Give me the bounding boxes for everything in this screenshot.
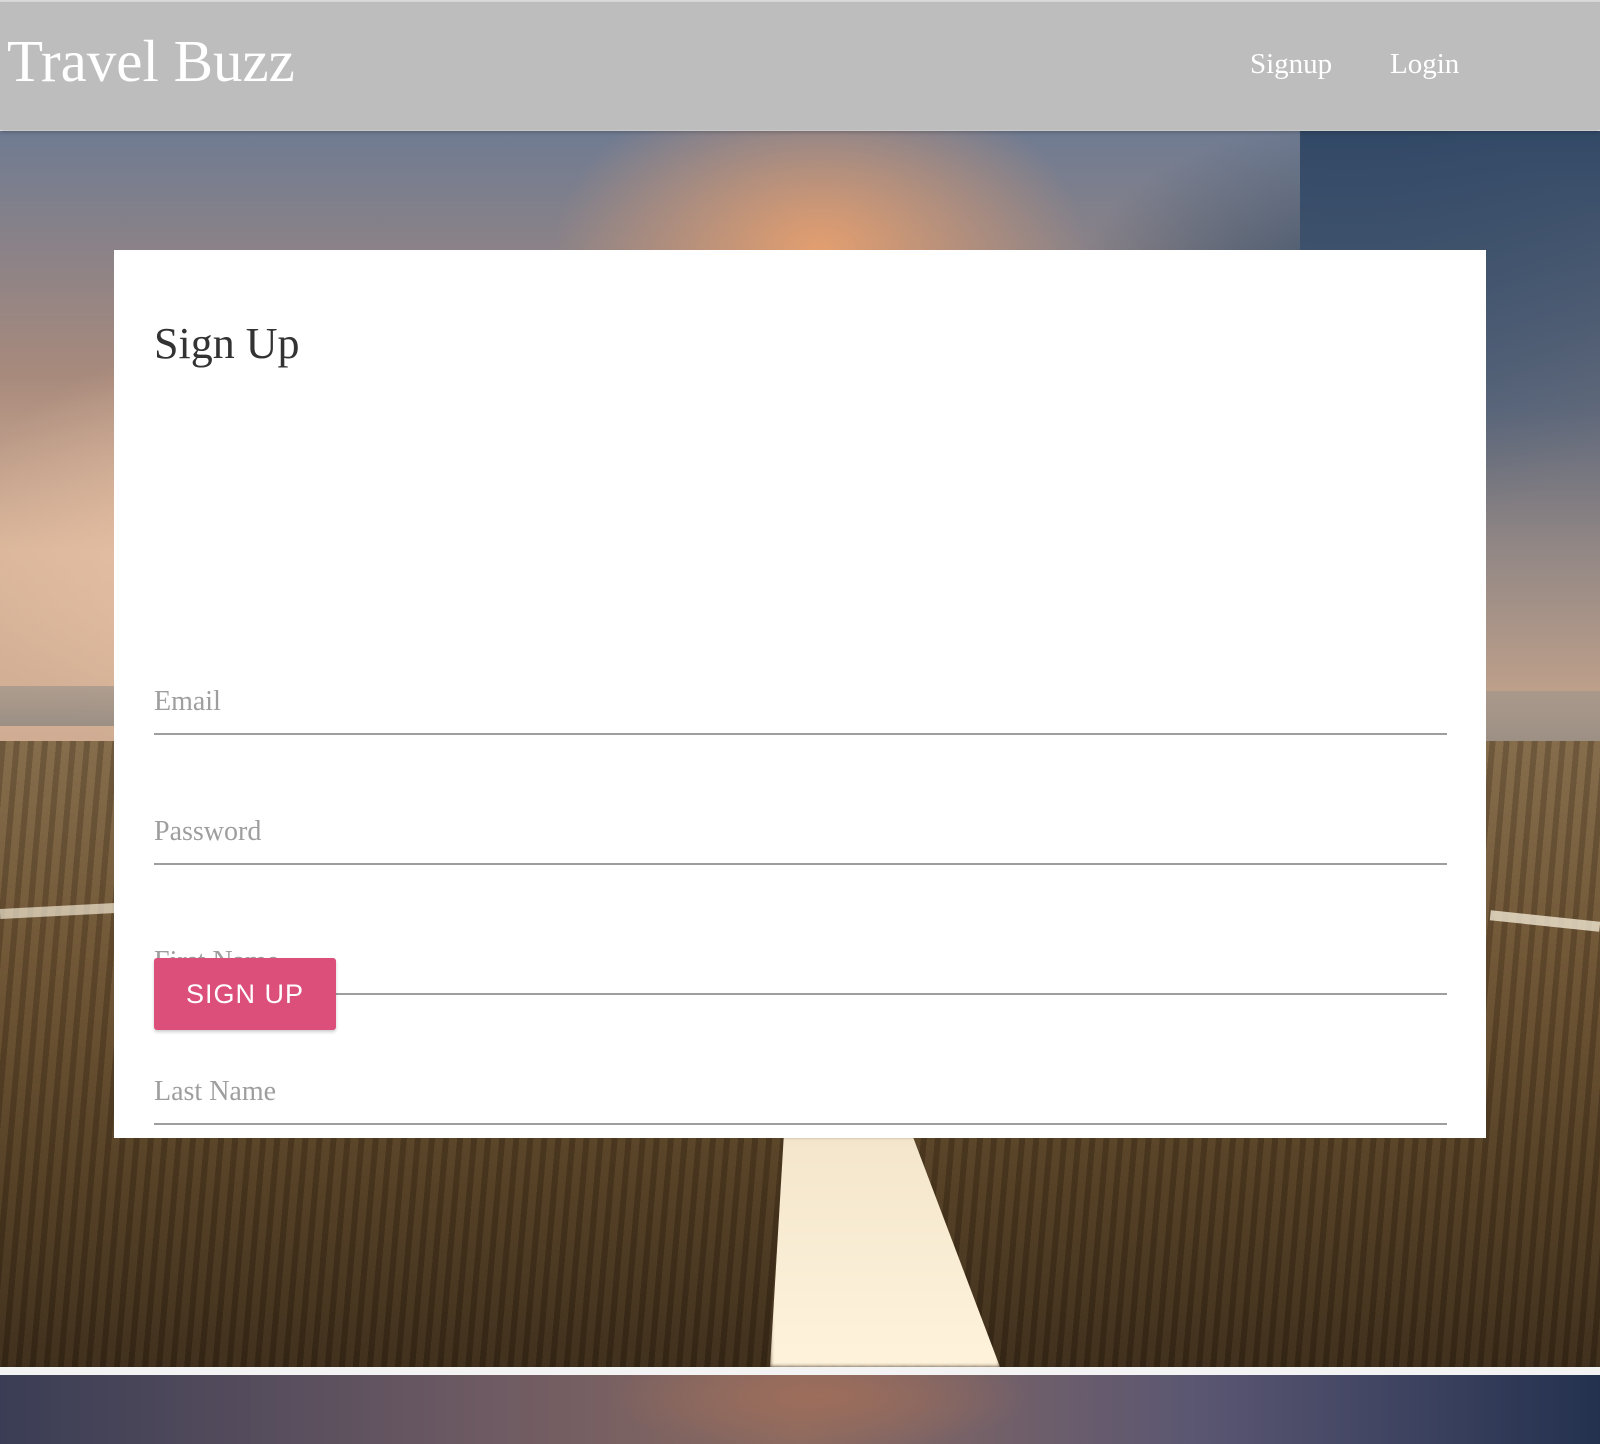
brand-logo[interactable]: Travel Buzz bbox=[7, 32, 295, 91]
background-city-left bbox=[0, 686, 120, 726]
first-name-input[interactable] bbox=[154, 933, 1447, 991]
sign-up-button[interactable]: Sign Up bbox=[154, 958, 336, 1030]
page: Travel Buzz Signup Login Sign Up Sign Up bbox=[0, 0, 1600, 1444]
password-input[interactable] bbox=[154, 803, 1447, 861]
last-name-field-wrapper bbox=[154, 1063, 1447, 1125]
navbar: Travel Buzz Signup Login bbox=[0, 2, 1600, 130]
background-bottom-strip bbox=[0, 1367, 1600, 1444]
first-name-field-wrapper bbox=[154, 933, 1447, 995]
email-input[interactable] bbox=[154, 673, 1447, 731]
email-field-wrapper bbox=[154, 673, 1447, 735]
last-name-input[interactable] bbox=[154, 1063, 1447, 1121]
signup-title: Sign Up bbox=[154, 319, 300, 368]
signup-card: Sign Up Sign Up bbox=[114, 250, 1486, 1138]
password-field-wrapper bbox=[154, 803, 1447, 865]
nav-signup-link[interactable]: Signup bbox=[1250, 50, 1332, 79]
background-city-right bbox=[1480, 691, 1600, 746]
nav-login-link[interactable]: Login bbox=[1390, 50, 1459, 79]
